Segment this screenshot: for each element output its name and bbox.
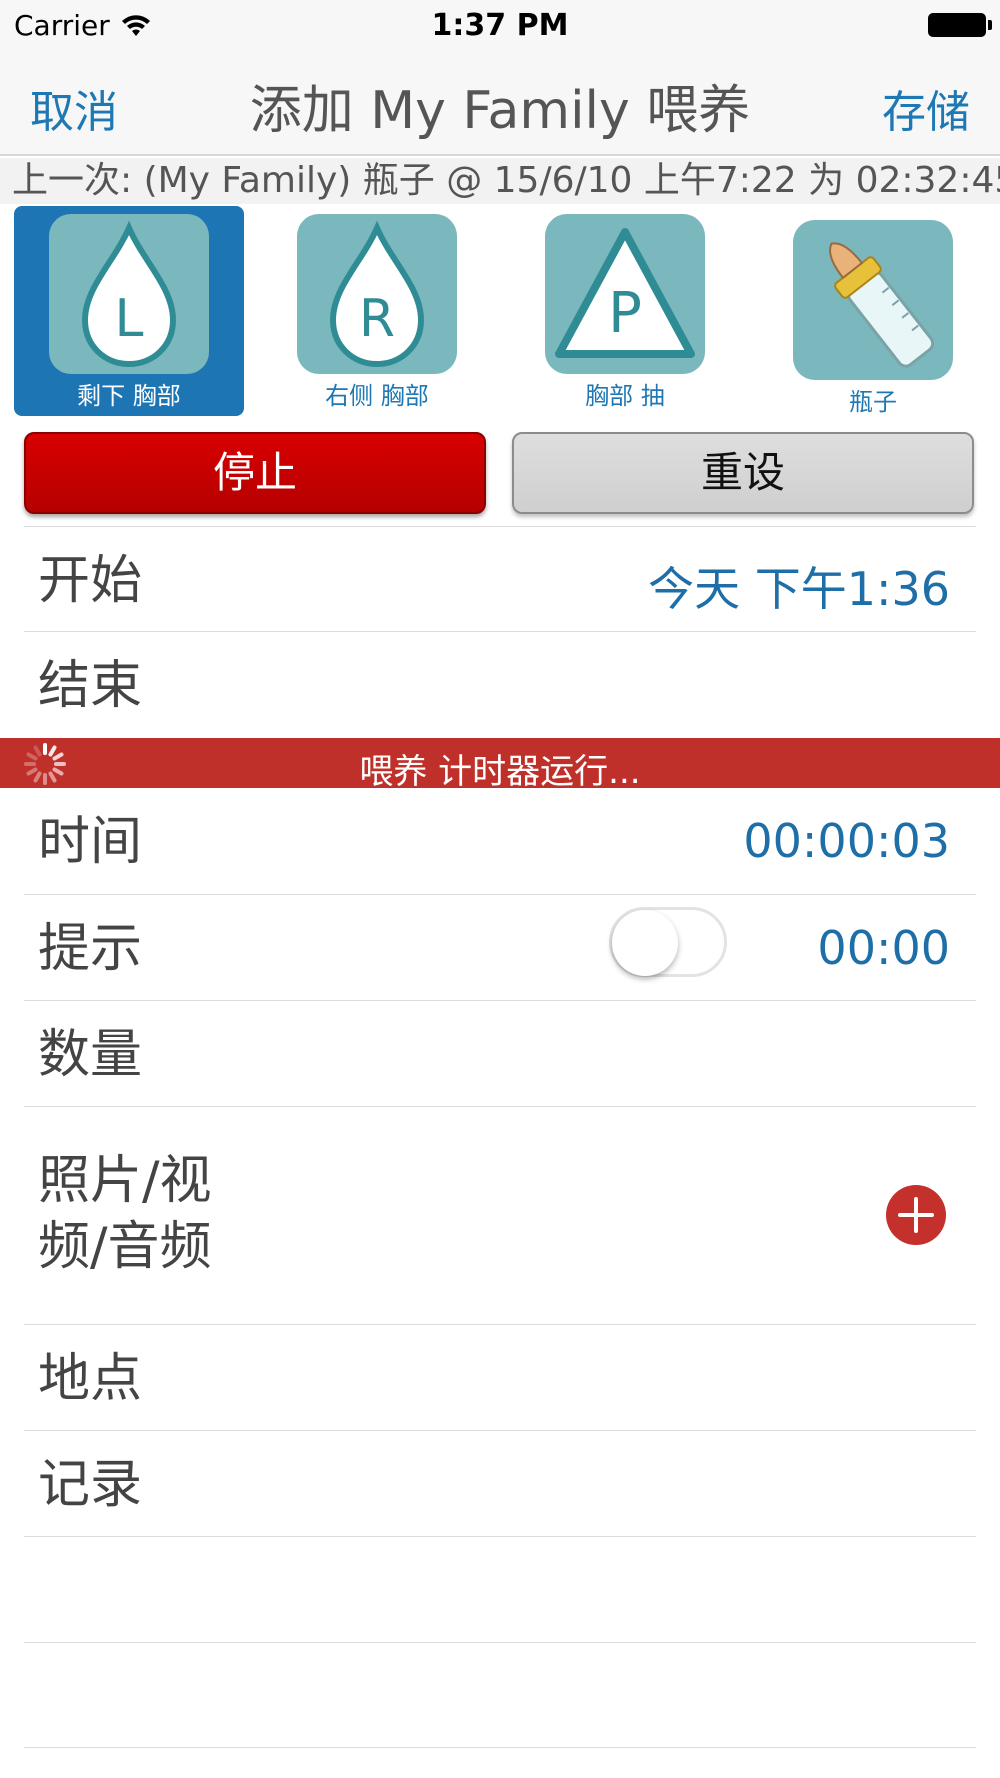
stop-button[interactable]: 停止 — [24, 432, 486, 514]
reminder-label: 提示 — [38, 919, 143, 979]
media-label-line1: 照片/视 — [38, 1151, 212, 1211]
feed-type-label: 胸部 抽 — [585, 382, 665, 410]
cancel-button[interactable]: 取消 — [30, 76, 118, 140]
location-label: 地点 — [38, 1349, 143, 1409]
breast-pump-icon: P — [545, 214, 705, 374]
notes-row[interactable]: 记录 — [24, 1430, 976, 1536]
reminder-value[interactable]: 00:00 — [817, 921, 950, 975]
feed-type-label: 瓶子 — [849, 388, 897, 416]
feed-type-bottle[interactable]: 瓶子 — [758, 206, 988, 416]
location-row[interactable]: 地点 — [24, 1324, 976, 1430]
duration-label: 时间 — [38, 812, 143, 872]
svg-text:P: P — [608, 281, 642, 346]
toggle-knob — [612, 910, 678, 976]
battery-icon — [928, 13, 986, 37]
timer-running-banner: 喂养 计时器运行... — [0, 738, 1000, 792]
timer-running-text: 喂养 计时器运行... — [359, 752, 641, 792]
amount-row[interactable]: 数量 — [24, 1000, 976, 1106]
reset-button[interactable]: 重设 — [512, 432, 974, 514]
notes-label: 记录 — [38, 1455, 143, 1515]
bottle-icon — [793, 220, 953, 380]
add-media-button[interactable] — [886, 1185, 946, 1245]
svg-text:L: L — [115, 289, 144, 349]
media-label-line2: 频/音频 — [38, 1217, 212, 1277]
feed-type-left-breast[interactable]: L 剩下 胸部 — [14, 206, 244, 416]
left-breast-icon: L — [49, 214, 209, 374]
duration-row[interactable]: 时间 00:00:03 — [24, 788, 976, 894]
media-row[interactable]: 照片/视 频/音频 — [24, 1106, 976, 1324]
start-value[interactable]: 今天 下午1:36 — [648, 553, 950, 619]
battery-tip — [988, 20, 992, 30]
save-button[interactable]: 存储 — [882, 76, 970, 140]
end-time-row[interactable]: 结束 — [24, 631, 976, 738]
end-label: 结束 — [38, 656, 143, 716]
duration-value[interactable]: 00:00:03 — [743, 814, 950, 868]
start-label: 开始 — [38, 551, 143, 611]
navigation-bar: 取消 添加 My Family 喂养 存储 — [0, 50, 1000, 156]
right-breast-icon: R — [297, 214, 457, 374]
feed-type-label: 剩下 胸部 — [77, 382, 181, 410]
last-feed-summary: 上一次: (My Family) 瓶子 @ 15/6/10 上午7:22 为 0… — [0, 158, 1000, 204]
status-bar: Carrier 1:37 PM — [0, 0, 1000, 50]
feed-type-label: 右侧 胸部 — [325, 382, 429, 410]
svg-text:R: R — [359, 289, 395, 349]
page-title: 添加 My Family 喂养 — [249, 81, 751, 141]
reminder-toggle[interactable] — [609, 907, 727, 977]
plus-icon — [898, 1197, 934, 1233]
feed-type-right-breast[interactable]: R 右侧 胸部 — [262, 206, 492, 416]
reminder-row[interactable]: 提示 00:00 — [24, 894, 976, 1000]
feed-type-selector: L 剩下 胸部 R 右侧 胸部 P 胸部 抽 瓶子 — [0, 206, 1000, 416]
amount-label: 数量 — [38, 1025, 143, 1085]
feed-type-pump[interactable]: P 胸部 抽 — [510, 206, 740, 416]
status-time: 1:37 PM — [431, 8, 569, 43]
empty-row — [24, 1536, 976, 1642]
start-time-row[interactable]: 开始 今天 下午1:36 — [24, 526, 976, 631]
empty-row — [24, 1642, 976, 1748]
